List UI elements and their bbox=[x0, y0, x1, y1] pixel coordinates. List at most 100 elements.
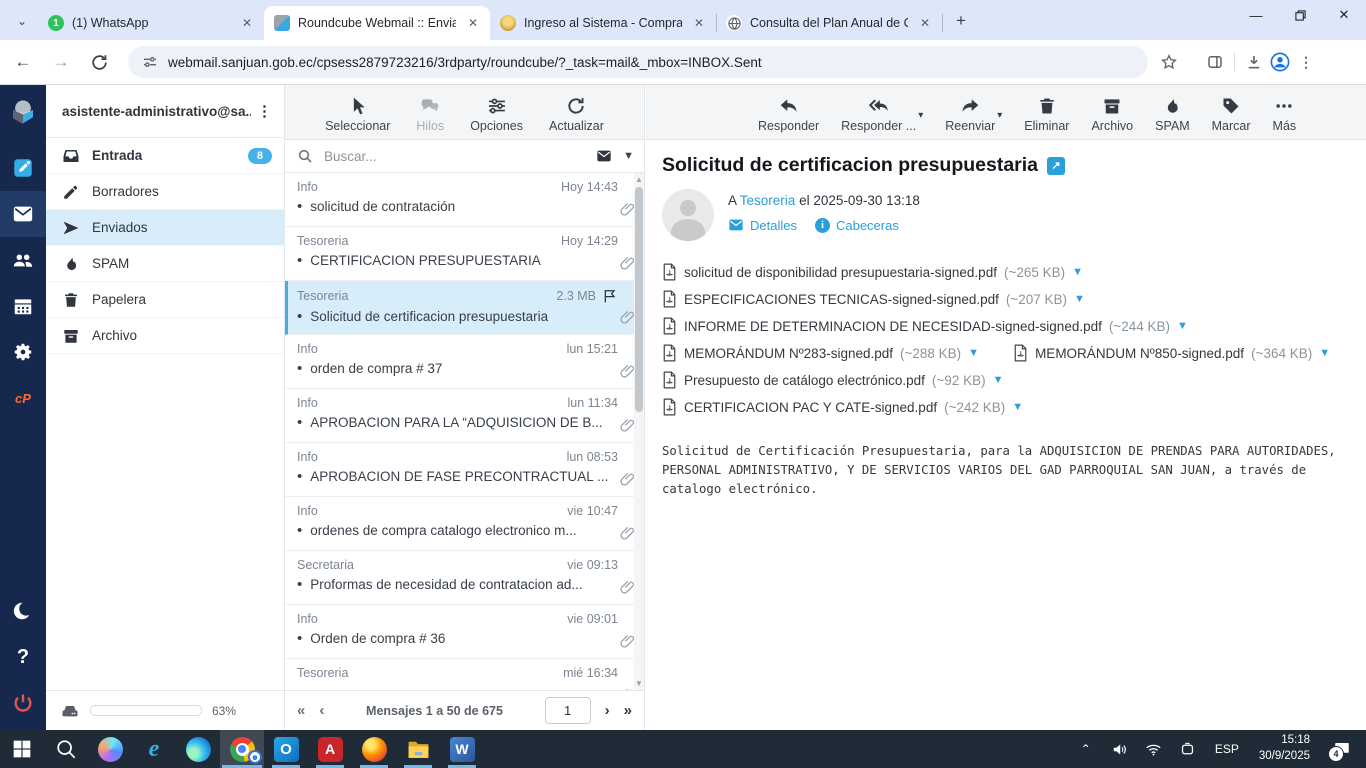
attachment-item[interactable]: CERTIFICACION PAC Y CATE-signed.pdf (~24… bbox=[662, 398, 1023, 416]
browser-tab[interactable]: Consulta del Plan Anual de Con... ✕ bbox=[716, 6, 943, 40]
attachment-item[interactable]: ESPECIFICACIONES TECNICAS-signed-signed.… bbox=[662, 290, 1085, 308]
taskbar-explorer-button[interactable] bbox=[396, 730, 440, 768]
recipient-link[interactable]: Tesoreria bbox=[740, 193, 796, 208]
sidebar-folder-spam[interactable]: SPAM bbox=[46, 246, 284, 282]
attachment-item[interactable]: INFORME DE DETERMINACION DE NECESIDAD-si… bbox=[662, 317, 1188, 335]
attachment-menu-caret-icon[interactable]: ▼ bbox=[1177, 320, 1188, 332]
rail-moon-button[interactable] bbox=[0, 588, 46, 634]
message-row[interactable]: Tesoreria mié 16:34 • bbox=[285, 659, 644, 690]
new-tab-button[interactable]: + bbox=[948, 8, 974, 34]
browser-menu-button[interactable]: ⋮ bbox=[1293, 49, 1319, 75]
tab-close-icon[interactable]: ✕ bbox=[916, 14, 934, 32]
volume-icon[interactable] bbox=[1105, 730, 1135, 768]
scroll-up-icon[interactable]: ▲ bbox=[635, 175, 643, 184]
taskbar-acrobat-button[interactable]: A bbox=[308, 730, 352, 768]
eliminar-button[interactable]: Eliminar bbox=[1024, 96, 1069, 133]
rail-question-button[interactable]: ? bbox=[0, 634, 46, 680]
flag-icon[interactable] bbox=[602, 288, 618, 304]
attachment-menu-caret-icon[interactable]: ▼ bbox=[1012, 401, 1023, 413]
tab-search-button[interactable]: ⌄ bbox=[8, 7, 36, 35]
sidebar-folder-borradores[interactable]: Borradores bbox=[46, 174, 284, 210]
profile-button[interactable] bbox=[1267, 49, 1293, 75]
search-input[interactable] bbox=[322, 147, 586, 165]
action-center-button[interactable]: 4 bbox=[1322, 730, 1362, 768]
hilos-button[interactable]: Hilos bbox=[416, 96, 444, 133]
actualizar-button[interactable]: Actualizar bbox=[549, 96, 604, 133]
sidebar-folder-entrada[interactable]: Entrada 8 bbox=[46, 138, 284, 174]
sidebar-folder-archivo[interactable]: Archivo bbox=[46, 318, 284, 354]
wifi-icon[interactable] bbox=[1139, 730, 1169, 768]
meet-now-icon[interactable] bbox=[1173, 730, 1203, 768]
url-text[interactable]: webmail.sanjuan.gob.ec/cpsess2879723216/… bbox=[168, 55, 762, 70]
scrollbar-thumb[interactable] bbox=[635, 187, 643, 412]
headers-link[interactable]: i Cabeceras bbox=[814, 217, 899, 233]
message-row[interactable]: Info lun 08:53 • APROBACION DE FASE PREC… bbox=[285, 443, 644, 497]
account-header[interactable]: asistente-administrativo@sa... ⋮ bbox=[46, 85, 284, 138]
scroll-down-icon[interactable]: ▼ bbox=[635, 679, 643, 688]
details-link[interactable]: Detalles bbox=[728, 217, 797, 233]
taskbar-word-button[interactable]: W bbox=[440, 730, 484, 768]
search-options-chevron-icon[interactable]: ▼ bbox=[623, 150, 634, 162]
reenviar-button[interactable]: Reenviar bbox=[945, 96, 995, 133]
marcar-button[interactable]: Marcar bbox=[1212, 96, 1251, 133]
message-row[interactable]: Info Hoy 14:43 • solicitud de contrataci… bbox=[285, 173, 644, 227]
attachment-menu-caret-icon[interactable]: ▼ bbox=[968, 347, 979, 359]
message-row[interactable]: Tesoreria Hoy 14:29 • CERTIFICACION PRES… bbox=[285, 227, 644, 281]
attachment-menu-caret-icon[interactable]: ▼ bbox=[993, 374, 1004, 386]
tab-close-icon[interactable]: ✕ bbox=[464, 14, 482, 32]
taskbar-edge-button[interactable] bbox=[176, 730, 220, 768]
attachment-menu-caret-icon[interactable]: ▼ bbox=[1319, 347, 1330, 359]
reload-button[interactable] bbox=[84, 47, 114, 77]
responder-button[interactable]: Responder ... bbox=[841, 96, 916, 133]
taskbar-outlook-button[interactable]: O bbox=[264, 730, 308, 768]
taskbar-firefox-button[interactable] bbox=[352, 730, 396, 768]
taskbar-chrome-button[interactable]: ☻ bbox=[220, 730, 264, 768]
side-panel-button[interactable] bbox=[1202, 49, 1228, 75]
rail-gear-button[interactable] bbox=[0, 329, 46, 375]
attachment-item[interactable]: Presupuesto de catálogo electrónico.pdf … bbox=[662, 371, 1003, 389]
dropdown-caret-icon[interactable]: ▾ bbox=[997, 110, 1002, 133]
downloads-button[interactable] bbox=[1241, 49, 1267, 75]
sidebar-folder-enviados[interactable]: Enviados bbox=[46, 210, 284, 246]
prev-page-button[interactable]: ‹ bbox=[319, 702, 324, 719]
opciones-button[interactable]: Opciones bbox=[470, 96, 523, 133]
message-row[interactable]: Info lun 15:21 • orden de compra # 37 bbox=[285, 335, 644, 389]
attachment-item[interactable]: MEMORÁNDUM Nº283-signed.pdf (~288 KB) ▼ bbox=[662, 344, 979, 362]
window-restore-button[interactable] bbox=[1278, 0, 1322, 30]
page-number-input[interactable]: 1 bbox=[544, 697, 591, 724]
attachment-menu-caret-icon[interactable]: ▼ bbox=[1074, 293, 1085, 305]
browser-tab[interactable]: Roundcube Webmail :: Enviados ✕ bbox=[264, 6, 490, 40]
taskbar-search-button[interactable] bbox=[44, 730, 88, 768]
más-button[interactable]: Más bbox=[1273, 96, 1296, 133]
rail-power-button[interactable] bbox=[0, 680, 46, 726]
taskbar-copilot-button[interactable] bbox=[88, 730, 132, 768]
window-close-button[interactable]: ✕ bbox=[1322, 0, 1366, 30]
forward-button[interactable]: → bbox=[46, 47, 76, 77]
spam-button[interactable]: SPAM bbox=[1155, 96, 1190, 133]
message-row[interactable]: Secretaria vie 09:13 • Proformas de nece… bbox=[285, 551, 644, 605]
browser-tab[interactable]: 1 (1) WhatsApp ✕ bbox=[38, 6, 265, 40]
taskbar-clock[interactable]: 15:18 30/9/2025 bbox=[1251, 733, 1318, 764]
message-row[interactable]: Info lun 11:34 • APROBACION PARA LA “ADQ… bbox=[285, 389, 644, 443]
taskbar-ie-button[interactable]: e bbox=[132, 730, 176, 768]
message-row[interactable]: Info vie 10:47 • ordenes de compra catal… bbox=[285, 497, 644, 551]
rail-compose-button[interactable] bbox=[0, 145, 46, 191]
url-bar[interactable]: webmail.sanjuan.gob.ec/cpsess2879723216/… bbox=[128, 46, 1148, 78]
dropdown-caret-icon[interactable]: ▾ bbox=[918, 110, 923, 133]
taskbar-start-button[interactable] bbox=[0, 730, 44, 768]
attachment-item[interactable]: solicitud de disponibilidad presupuestar… bbox=[662, 263, 1083, 281]
search-scope-icon[interactable] bbox=[594, 148, 614, 164]
site-settings-icon[interactable] bbox=[142, 54, 158, 70]
tab-close-icon[interactable]: ✕ bbox=[690, 14, 708, 32]
last-page-button[interactable]: » bbox=[624, 702, 632, 719]
window-minimize-button[interactable]: — bbox=[1234, 0, 1278, 30]
attachment-menu-caret-icon[interactable]: ▼ bbox=[1072, 266, 1083, 278]
bookmark-star-button[interactable] bbox=[1156, 49, 1182, 75]
seleccionar-button[interactable]: Seleccionar bbox=[325, 96, 390, 133]
rail-calendar-button[interactable] bbox=[0, 283, 46, 329]
browser-tab[interactable]: Ingreso al Sistema - Compras P... ✕ bbox=[490, 6, 717, 40]
account-menu-icon[interactable]: ⋮ bbox=[251, 102, 278, 120]
sidebar-folder-papelera[interactable]: Papelera bbox=[46, 282, 284, 318]
attachment-item[interactable]: MEMORÁNDUM Nº850-signed.pdf (~364 KB) ▼ bbox=[1013, 344, 1330, 362]
rail-cpanel-logo-button[interactable]: cP bbox=[0, 375, 46, 421]
